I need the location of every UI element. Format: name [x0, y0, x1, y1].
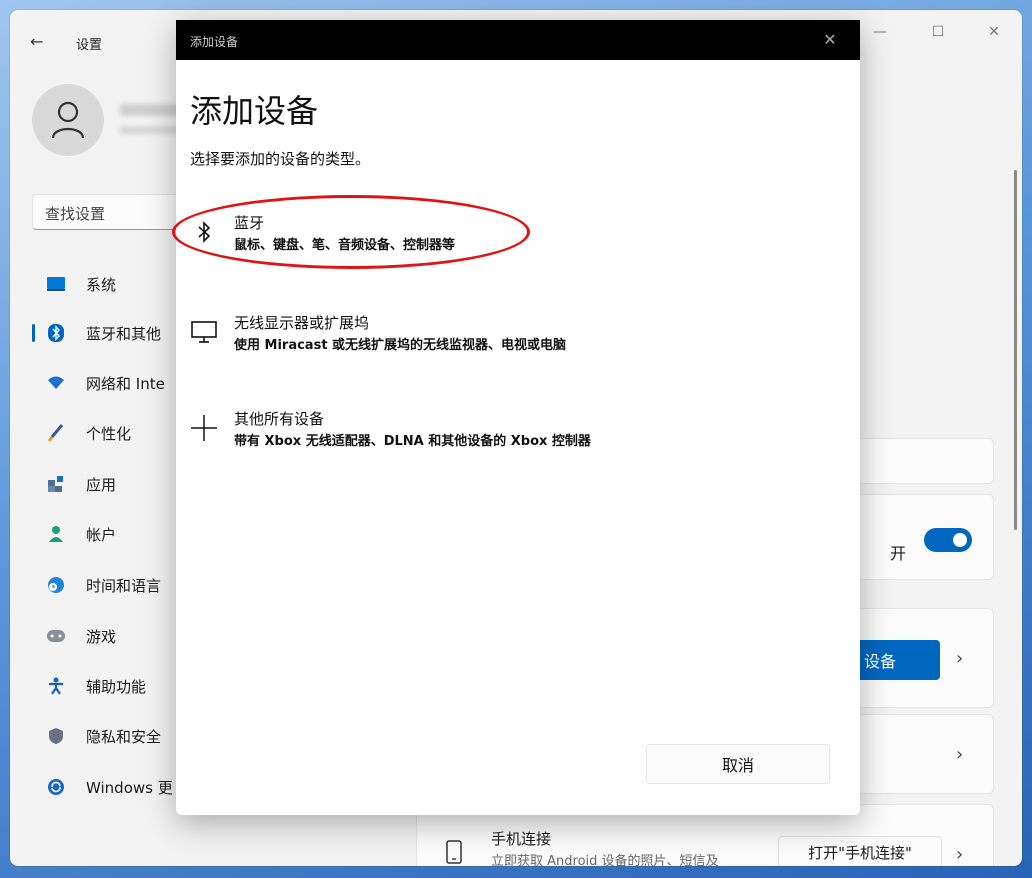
settings-app-title: 设置 — [76, 38, 103, 53]
chevron-right-icon[interactable]: › — [956, 648, 963, 669]
sidebar-item-label: 蓝牙和其他 — [86, 324, 162, 343]
sidebar-item-label: 辅助功能 — [86, 677, 147, 696]
update-icon — [46, 777, 66, 797]
phone-link-title: 手机连接 — [491, 830, 552, 848]
phone-link-description: 立即获取 Android 设备的照片、短信及 — [491, 854, 719, 866]
phone-icon — [446, 840, 462, 864]
shield-icon — [46, 726, 66, 746]
dialog-titlebar: 添加设备 ✕ — [176, 20, 860, 60]
back-arrow-icon[interactable]: ← — [30, 32, 43, 51]
dialog-titlebar-text: 添加设备 — [190, 35, 239, 49]
option-description: 鼠标、键盘、笔、音频设备、控制器等 — [234, 238, 456, 253]
brush-icon — [46, 423, 66, 443]
sidebar-item-label: 系统 — [86, 275, 117, 294]
option-bluetooth[interactable]: 蓝牙 鼠标、键盘、笔、音频设备、控制器等 — [186, 210, 826, 272]
dialog-heading: 添加设备 — [190, 92, 319, 130]
gamepad-icon — [46, 626, 66, 646]
sidebar-item-label: 网络和 Inte — [86, 374, 165, 393]
option-description: 使用 Miracast 或无线扩展坞的无线监视器、电视或电脑 — [234, 338, 567, 353]
option-description: 带有 Xbox 无线适配器、DLNA 和其他设备的 Xbox 控制器 — [234, 434, 591, 449]
accessibility-icon — [46, 676, 66, 696]
option-title: 蓝牙 — [234, 214, 265, 232]
monitor-icon — [46, 274, 66, 294]
dialog-subtitle: 选择要添加的设备的类型。 — [190, 150, 371, 168]
sidebar-item-label: 帐户 — [86, 525, 117, 544]
close-window-button[interactable]: ✕ — [982, 24, 1006, 40]
display-icon — [186, 314, 222, 350]
account-icon — [46, 524, 66, 544]
globe-clock-icon — [46, 575, 66, 595]
wifi-icon — [46, 373, 66, 393]
plus-icon — [186, 410, 222, 446]
chevron-right-icon[interactable]: › — [956, 744, 963, 765]
maximize-button[interactable]: ☐ — [926, 24, 950, 40]
cancel-button[interactable]: 取消 — [646, 744, 830, 784]
open-phone-link-button[interactable]: 打开"手机连接" — [778, 836, 942, 866]
user-email-blurred — [120, 126, 180, 134]
bluetooth-icon — [46, 323, 66, 343]
option-everything-else[interactable]: 其他所有设备 带有 Xbox 无线适配器、DLNA 和其他设备的 Xbox 控制… — [186, 406, 826, 468]
bluetooth-icon — [186, 214, 222, 250]
user-avatar[interactable] — [32, 84, 104, 156]
option-wireless-display[interactable]: 无线显示器或扩展坞 使用 Miracast 或无线扩展坞的无线监视器、电视或电脑 — [186, 310, 826, 372]
sidebar-item-label: 时间和语言 — [86, 576, 162, 595]
option-title: 无线显示器或扩展坞 — [234, 314, 370, 332]
person-icon — [51, 101, 85, 139]
apps-icon — [46, 474, 66, 494]
option-title: 其他所有设备 — [234, 410, 325, 428]
minimize-button[interactable]: — — [868, 24, 892, 40]
add-device-dialog: 添加设备 ✕ 添加设备 选择要添加的设备的类型。 蓝牙 鼠标、键盘、笔、音频设备… — [176, 20, 860, 815]
add-device-button[interactable]: 设备 — [850, 640, 940, 680]
chevron-right-icon[interactable]: › — [956, 844, 963, 865]
scrollbar[interactable] — [1014, 170, 1017, 530]
bluetooth-toggle-state: 开 — [890, 544, 907, 563]
sidebar-item-label: 隐私和安全 — [86, 727, 162, 746]
bluetooth-toggle[interactable] — [924, 528, 972, 552]
sidebar-item-label: 游戏 — [86, 627, 117, 646]
sidebar-item-label: Windows 更 — [86, 778, 173, 797]
dialog-close-button[interactable]: ✕ — [816, 28, 844, 52]
sidebar-item-label: 个性化 — [86, 424, 132, 443]
sidebar-item-label: 应用 — [86, 475, 117, 494]
